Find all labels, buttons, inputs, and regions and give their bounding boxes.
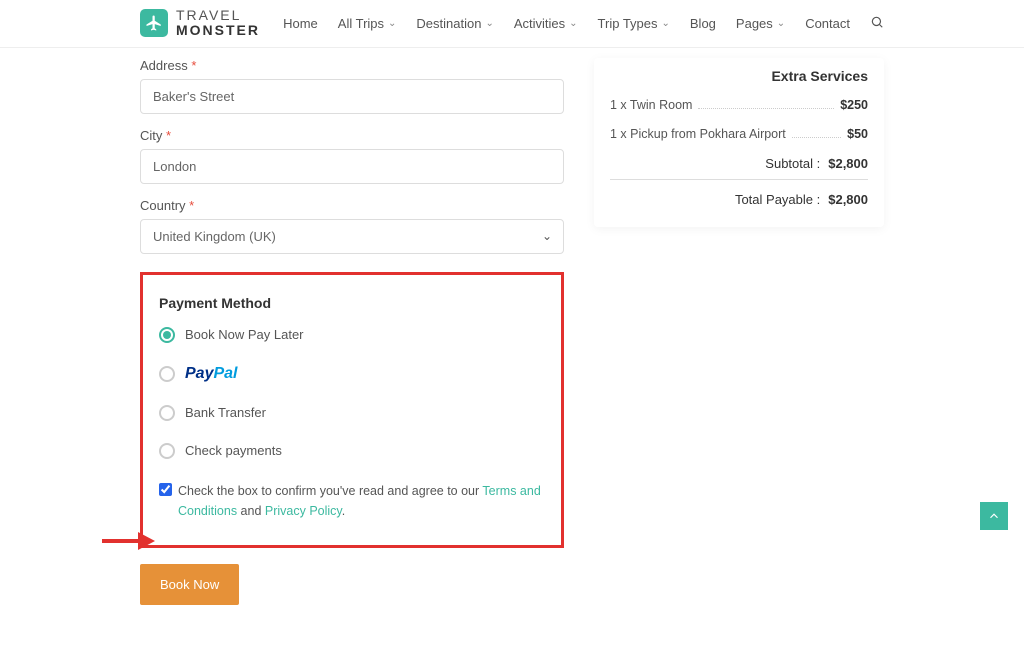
payment-option-paypal[interactable]: PayPal: [159, 365, 545, 383]
nav-all-trips[interactable]: All Trips⌄: [338, 16, 397, 31]
checkout-form: Address * City * Country * United Kingdo…: [140, 58, 564, 605]
order-summary: Extra Services 1 x Twin Room $250 1 x Pi…: [594, 58, 884, 227]
book-now-button[interactable]: Book Now: [140, 564, 239, 605]
summary-line-item: 1 x Pickup from Pokhara Airport $50: [610, 127, 868, 142]
total-payable-row: Total Payable : $2,800: [610, 192, 868, 207]
chevron-down-icon: ⌄: [485, 18, 493, 29]
site-header: TRAVEL MONSTER Home All Trips⌄ Destinati…: [0, 0, 1024, 48]
plane-icon: [140, 9, 168, 37]
summary-line-item: 1 x Twin Room $250: [610, 98, 868, 113]
payment-option-book-now-pay-later[interactable]: Book Now Pay Later: [159, 327, 545, 343]
payment-option-bank-transfer[interactable]: Bank Transfer: [159, 405, 545, 421]
divider: [610, 179, 868, 180]
chevron-down-icon: ⌄: [388, 18, 396, 29]
main-nav: Home All Trips⌄ Destination⌄ Activities⌄…: [283, 15, 884, 32]
payment-title: Payment Method: [159, 295, 545, 311]
nav-trip-types[interactable]: Trip Types⌄: [598, 16, 670, 31]
nav-destination[interactable]: Destination⌄: [416, 16, 493, 31]
nav-blog[interactable]: Blog: [690, 16, 716, 31]
privacy-link[interactable]: Privacy Policy: [265, 504, 342, 518]
payment-option-check[interactable]: Check payments: [159, 443, 545, 459]
payment-method-section: Payment Method Book Now Pay Later PayPal…: [140, 272, 564, 548]
brand-logo[interactable]: TRAVEL MONSTER: [140, 8, 260, 39]
subtotal-row: Subtotal : $2,800: [610, 156, 868, 171]
search-icon[interactable]: [870, 15, 884, 32]
arrow-annotation: [100, 526, 155, 556]
radio-icon: [159, 327, 175, 343]
nav-home[interactable]: Home: [283, 16, 318, 31]
city-input[interactable]: [140, 149, 564, 184]
country-select[interactable]: United Kingdom (UK): [140, 219, 564, 254]
chevron-down-icon: ⌄: [569, 18, 577, 29]
nav-activities[interactable]: Activities⌄: [514, 16, 578, 31]
brand-text: TRAVEL MONSTER: [176, 8, 260, 39]
paypal-logo: PayPal: [185, 365, 237, 383]
terms-checkbox-row: Check the box to confirm you've read and…: [159, 481, 545, 521]
scroll-to-top-button[interactable]: [980, 502, 1008, 530]
country-label: Country *: [140, 198, 564, 213]
radio-icon: [159, 405, 175, 421]
extra-services-title: Extra Services: [610, 68, 868, 84]
nav-contact[interactable]: Contact: [805, 16, 850, 31]
radio-icon: [159, 443, 175, 459]
radio-icon: [159, 366, 175, 382]
address-input[interactable]: [140, 79, 564, 114]
address-label: Address *: [140, 58, 564, 73]
chevron-down-icon: ⌄: [662, 18, 670, 29]
city-label: City *: [140, 128, 564, 143]
terms-checkbox[interactable]: [159, 483, 172, 496]
chevron-down-icon: ⌄: [777, 18, 785, 29]
nav-pages[interactable]: Pages⌄: [736, 16, 785, 31]
